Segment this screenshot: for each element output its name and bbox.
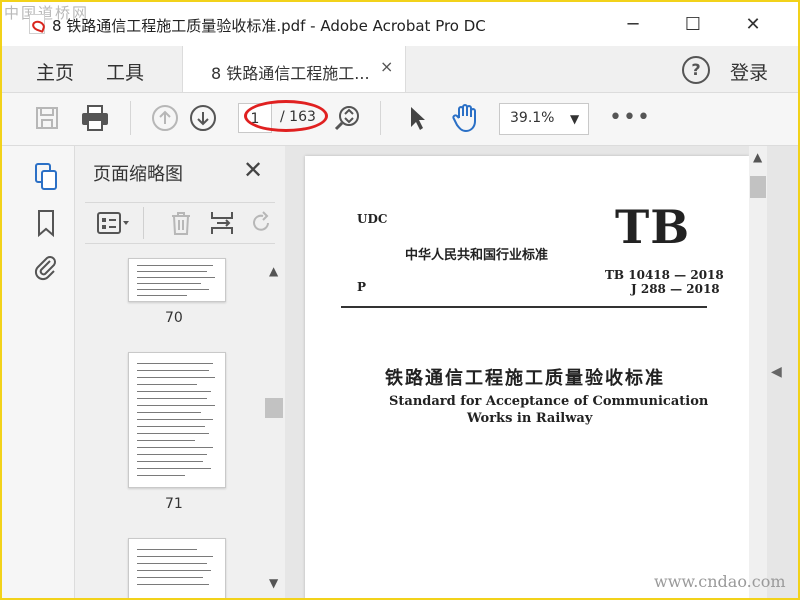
page-up-icon[interactable] xyxy=(148,101,182,135)
page-down-icon[interactable] xyxy=(186,101,220,135)
document-title-en-line1: Standard for Acceptance of Communication xyxy=(389,394,709,409)
tab-bar: 主页 工具 8 铁路通信工程施工... × ? 登录 xyxy=(2,46,798,93)
page-thumbnail[interactable] xyxy=(128,258,226,302)
zoom-value: 39.1% xyxy=(510,110,555,126)
thumbnails-icon[interactable] xyxy=(32,162,60,190)
title-bar: 中国道桥网 8 铁路通信工程施工质量验收标准.pdf - Adobe Acrob… xyxy=(2,2,798,47)
thumbnail-page-label: 71 xyxy=(165,496,183,512)
thumb-options-icon[interactable] xyxy=(97,212,131,238)
scroll-up-icon[interactable]: ▲ xyxy=(753,150,762,164)
udc-label: UDC xyxy=(357,212,388,226)
toolbar-divider xyxy=(143,207,144,239)
toolbar-divider xyxy=(380,101,381,135)
document-tab[interactable]: 8 铁路通信工程施工... × xyxy=(182,46,406,92)
main-toolbar: 1 / 163 39.1% ▼ ••• xyxy=(2,93,798,146)
document-view: UDC 中华人民共和国行业标准 TB TB 10418 — 2018 J 288… xyxy=(285,146,798,598)
zoom-fit-icon[interactable] xyxy=(330,101,364,135)
standard-j-code: J 288 — 2018 xyxy=(631,282,720,296)
save-icon[interactable] xyxy=(30,101,64,135)
attachment-icon[interactable] xyxy=(32,252,60,281)
chevron-down-icon: ▼ xyxy=(570,112,580,126)
thumbnail-page-label: 70 xyxy=(165,310,183,326)
thumbnails-scrollbar[interactable]: ▲ ▼ xyxy=(265,258,283,598)
collapse-right-icon[interactable]: ◀ xyxy=(771,364,782,380)
scroll-down-icon[interactable]: ▼ xyxy=(269,576,278,590)
hand-tool-icon[interactable] xyxy=(448,101,482,135)
scrollbar-thumb[interactable] xyxy=(265,398,283,418)
select-arrow-icon[interactable] xyxy=(400,101,434,135)
close-panel-icon[interactable]: ✕ xyxy=(243,156,263,184)
document-tab-close-icon[interactable]: × xyxy=(380,57,393,76)
help-icon[interactable]: ? xyxy=(682,56,710,84)
minimize-button[interactable]: ─ xyxy=(618,10,648,38)
scrollbar-thumb[interactable] xyxy=(750,176,766,198)
thumbnails-panel: 页面缩略图 ✕ 70 71 ▲ ▼ xyxy=(75,146,286,598)
standard-category: 中华人民共和国行业标准 xyxy=(405,248,549,263)
document-tab-label: 8 铁路通信工程施工... xyxy=(211,64,370,83)
more-tools-icon[interactable]: ••• xyxy=(609,105,651,130)
login-button[interactable]: 登录 xyxy=(730,58,768,85)
tb-logo-text: TB xyxy=(615,200,691,254)
tab-home[interactable]: 主页 xyxy=(36,58,74,85)
left-rail xyxy=(2,146,75,598)
document-title-en-line2: Works in Railway xyxy=(467,411,593,426)
thumbnails-toolbar xyxy=(85,202,275,244)
bookmark-icon[interactable] xyxy=(32,208,60,238)
document-scrollbar[interactable]: ▲ xyxy=(749,146,767,598)
document-title-cn: 铁路通信工程施工质量验收标准 xyxy=(385,368,665,389)
insert-pages-icon[interactable] xyxy=(209,210,235,240)
page-thumbnail[interactable] xyxy=(128,538,226,598)
close-window-button[interactable]: ✕ xyxy=(738,10,768,38)
rotate-icon[interactable] xyxy=(249,210,273,240)
delete-icon[interactable] xyxy=(169,210,193,240)
pdf-file-icon xyxy=(29,14,45,34)
print-icon[interactable] xyxy=(78,101,112,135)
scroll-up-icon[interactable]: ▲ xyxy=(269,264,278,278)
pdf-page: UDC 中华人民共和国行业标准 TB TB 10418 — 2018 J 288… xyxy=(305,156,749,598)
header-rule xyxy=(341,306,707,308)
p-label: P xyxy=(357,280,367,294)
standard-code: TB 10418 — 2018 xyxy=(605,268,724,282)
app-window: 中国道桥网 8 铁路通信工程施工质量验收标准.pdf - Adobe Acrob… xyxy=(0,0,800,600)
page-thumbnail[interactable] xyxy=(128,352,226,488)
annotation-ellipse xyxy=(244,100,328,132)
zoom-dropdown[interactable]: 39.1% ▼ xyxy=(499,103,589,135)
maximize-button[interactable]: ☐ xyxy=(678,10,708,38)
toolbar-divider xyxy=(130,101,131,135)
tab-tools[interactable]: 工具 xyxy=(106,58,144,85)
watermark-bottom: www.cndao.com xyxy=(654,572,786,591)
thumbnails-panel-title: 页面缩略图 xyxy=(93,164,183,185)
window-title: 8 铁路通信工程施工质量验收标准.pdf - Adobe Acrobat Pro… xyxy=(52,17,486,35)
